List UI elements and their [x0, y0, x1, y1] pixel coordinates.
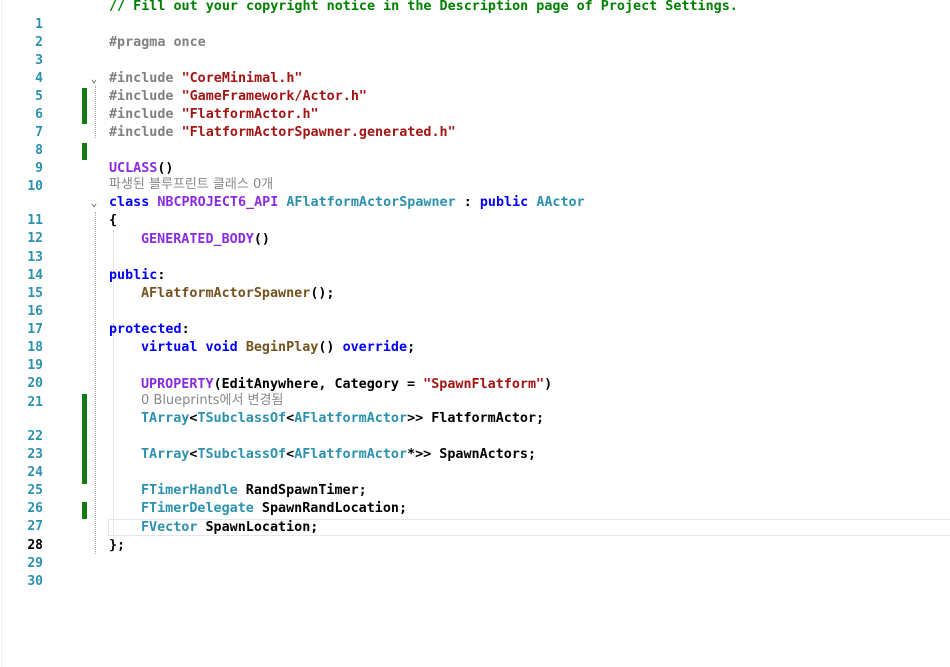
variable-decl: RandSpawnTimer; — [237, 483, 367, 498]
macro-args: (EditAnywhere, Category = — [213, 377, 424, 392]
include-directive: #include — [109, 89, 182, 104]
keyword: void — [205, 340, 246, 355]
pragma-directive: #pragma once — [109, 35, 206, 50]
code-line[interactable]: 30 — [0, 555, 950, 589]
punctuation: : — [181, 322, 190, 337]
punctuation: () — [253, 232, 270, 247]
punctuation: : — [455, 195, 480, 210]
code-line[interactable]: 5 ⌄ #include "CoreMinimal.h" — [0, 70, 950, 104]
type-name: AFlatformActor — [294, 411, 408, 426]
include-path: "GameFramework/Actor.h" — [181, 89, 367, 104]
brace: { — [109, 213, 118, 228]
code-line[interactable]: 29 }; — [0, 537, 950, 571]
punctuation: () — [318, 340, 343, 355]
code-line[interactable]: 10 UCLASS() — [0, 160, 950, 194]
keyword: override — [342, 340, 408, 355]
variable-decl: *>> SpawnActors; — [407, 447, 537, 462]
type-name: FVector — [141, 520, 198, 535]
base-class-name: AActor — [536, 195, 585, 210]
code-line[interactable]: 6 #include "GameFramework/Actor.h" — [0, 88, 950, 122]
punctuation: < — [286, 447, 295, 462]
access-specifier: protected — [109, 322, 182, 337]
variable-decl: SpawnRandLocation; — [253, 501, 408, 516]
include-directive: #include — [109, 125, 182, 140]
generated-body-macro: GENERATED_BODY — [141, 232, 254, 247]
keyword: virtual — [141, 340, 206, 355]
type-name: TArray — [141, 411, 190, 426]
codelens-hint[interactable]: 0 Blueprints에서 변경됨 — [141, 393, 283, 409]
variable-decl: SpawnLocation; — [197, 520, 319, 535]
keyword: class — [109, 195, 158, 210]
closing-brace: }; — [109, 538, 126, 553]
code-line[interactable]: 13 GENERATED_BODY() — [0, 231, 950, 265]
include-path: "FlatformActor.h" — [181, 107, 319, 122]
punctuation: : — [157, 268, 166, 283]
code-editor[interactable]: 1 // Fill out your copyright notice in t… — [0, 0, 950, 667]
type-name: AFlatformActor — [294, 447, 408, 462]
include-path: "FlatformActorSpawner.generated.h" — [181, 125, 456, 140]
code-line[interactable]: 7 #include "FlatformActor.h" — [0, 106, 950, 140]
code-line[interactable]: 22 TArray<TSubclassOf<AFlatformActor>> F… — [0, 410, 950, 444]
constructor-name: AFlatformActorSpawner — [141, 286, 311, 301]
codelens-hint[interactable]: 파생된 블루프린트 클래스 0개 — [109, 177, 273, 193]
punctuation: () — [157, 161, 174, 176]
keyword: public — [479, 195, 537, 210]
type-name: FTimerHandle — [141, 483, 238, 498]
punctuation: (); — [310, 286, 335, 301]
punctuation: < — [286, 411, 295, 426]
code-line[interactable]: 8 #include "FlatformActorSpawner.generat… — [0, 124, 950, 158]
api-macro: NBCPROJECT6_API — [157, 195, 287, 210]
code-line[interactable]: 12 { — [0, 212, 950, 246]
type-name: TSubclassOf — [197, 447, 287, 462]
code-line[interactable]: 19 virtual void BeginPlay() override; — [0, 339, 950, 373]
comment-text: // Fill out your copyright notice in the… — [109, 0, 738, 14]
chevron-down-icon[interactable]: ⌄ — [88, 70, 100, 88]
include-path: "CoreMinimal.h" — [181, 71, 303, 86]
type-name: TArray — [141, 447, 190, 462]
code-line[interactable]: 2 — [0, 16, 950, 50]
class-name: AFlatformActorSpawner — [286, 195, 456, 210]
code-line[interactable]: 25 — [0, 464, 950, 498]
type-name: TSubclassOf — [197, 411, 287, 426]
uclass-macro: UCLASS — [109, 161, 158, 176]
code-line[interactable]: 18 protected: — [0, 321, 950, 355]
variable-decl: >> FlatformActor; — [407, 411, 545, 426]
code-line[interactable]: 1 // Fill out your copyright notice in t… — [0, 0, 950, 32]
category-string: "SpawnFlatform" — [423, 377, 545, 392]
code-line[interactable]: 15 public: — [0, 267, 950, 301]
code-line[interactable]: 17 — [0, 303, 950, 337]
code-line[interactable]: 11 ⌄ class NBCPROJECT6_API AFlatformActo… — [0, 194, 950, 228]
code-line[interactable]: 24 TArray<TSubclassOf<AFlatformActor*>> … — [0, 446, 950, 480]
code-line[interactable]: 27 FTimerDelegate SpawnRandLocation; — [0, 500, 950, 534]
code-line[interactable]: 28 FVector SpawnLocation; — [0, 519, 950, 553]
include-directive: #include — [109, 107, 182, 122]
code-line[interactable]: 23 — [0, 428, 950, 462]
code-line[interactable]: 16 AFlatformActorSpawner(); — [0, 285, 950, 319]
code-line[interactable]: 4 — [0, 52, 950, 86]
punctuation: ; — [407, 340, 416, 355]
code-line[interactable]: 9 — [0, 142, 950, 176]
access-specifier: public — [109, 268, 158, 283]
code-line[interactable]: 26 FTimerHandle RandSpawnTimer; — [0, 482, 950, 516]
code-line[interactable]: 21 UPROPERTY(EditAnywhere, Category = "S… — [0, 376, 950, 410]
line-number: 30 — [27, 574, 43, 589]
chevron-down-icon[interactable]: ⌄ — [88, 194, 100, 212]
code-line[interactable]: 3 #pragma once — [0, 34, 950, 68]
code-line[interactable]: 20 — [0, 357, 950, 391]
punctuation: ) — [544, 377, 553, 392]
type-name: FTimerDelegate — [141, 501, 254, 516]
function-name: BeginPlay — [245, 340, 319, 355]
include-directive: #include — [109, 71, 182, 86]
code-line[interactable]: 14 — [0, 249, 950, 283]
uproperty-macro: UPROPERTY — [141, 377, 214, 392]
